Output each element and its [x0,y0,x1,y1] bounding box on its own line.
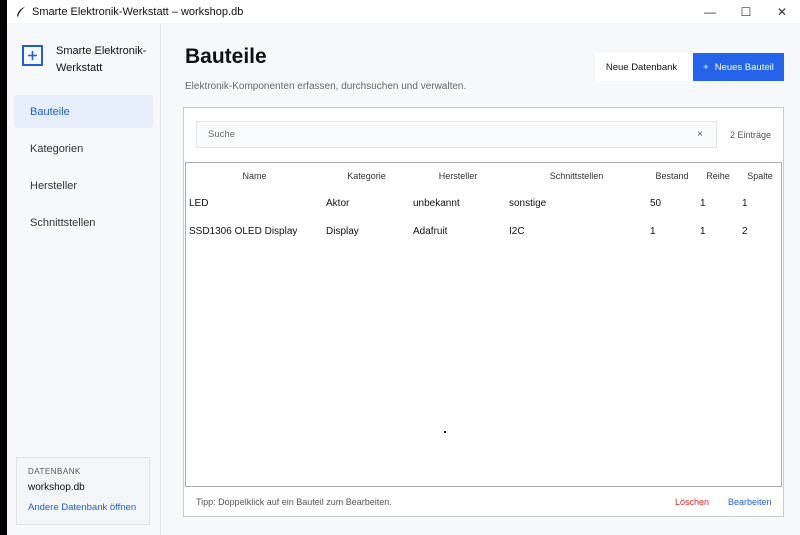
cell-name: SSD1306 OLED Display [189,225,298,237]
column-header-hersteller[interactable]: Hersteller [410,163,506,189]
sidebar: Smarte Elektronik-Werkstatt Bauteile Kat… [7,23,161,535]
cell-spalte: 2 [742,225,748,237]
maximize-button[interactable]: ☐ [728,0,764,23]
minimize-button[interactable]: — [692,0,728,23]
plus-icon: + [703,61,709,73]
entry-count: 2 Einträge [730,130,772,140]
plus-square-icon [22,45,43,66]
page-title: Bauteile [185,45,267,68]
window-left-edge [0,0,7,535]
database-name: workshop.db [28,482,85,493]
edit-button[interactable]: Bearbeiten [728,497,772,507]
table-row[interactable]: LED Aktor unbekannt sonstige 50 1 1 [186,189,781,217]
cell-kategorie: Display [326,225,359,237]
column-header-name[interactable]: Name [186,163,323,189]
column-header-kategorie[interactable]: Kategorie [323,163,410,189]
cell-hersteller: unbekannt [413,197,460,209]
cell-reihe: 1 [700,197,706,209]
sidebar-item-bauteile[interactable]: Bauteile [14,95,153,128]
brand-name: Smarte Elektronik-Werkstatt [56,45,147,74]
search-box: × [196,121,717,148]
cell-spalte: 1 [742,197,748,209]
cell-reihe: 1 [700,225,706,237]
column-header-bestand[interactable]: Bestand [647,163,697,189]
brand: Smarte Elektronik-Werkstatt [22,43,156,77]
cell-bestand: 1 [650,225,656,237]
sidebar-nav: Bauteile Kategorien Hersteller Schnittst… [14,95,153,243]
search-input[interactable] [197,122,690,147]
clear-icon[interactable]: × [690,129,710,140]
sidebar-item-kategorien[interactable]: Kategorien [14,132,153,165]
parts-table-container: Name Kategorie Hersteller Schnittstellen… [185,162,782,487]
cell-kategorie: Aktor [326,197,350,209]
title-bar: Smarte Elektronik-Werkstatt – workshop.d… [7,0,800,23]
open-database-link[interactable]: Andere Datenbank öffnen [28,502,138,513]
database-label: DATENBANK [28,467,81,476]
column-header-schnittstellen[interactable]: Schnittstellen [506,163,647,189]
window-title: Smarte Elektronik-Werkstatt – workshop.d… [32,5,244,18]
parts-panel: × 2 Einträge Name Kategorie Hersteller S… [183,107,784,517]
feather-icon [14,5,28,19]
sidebar-item-schnittstellen[interactable]: Schnittstellen [14,206,153,239]
new-part-label: Neues Bauteil [714,61,774,73]
new-part-button[interactable]: + Neues Bauteil [693,53,784,81]
database-info: DATENBANK workshop.db Andere Datenbank ö… [16,457,150,525]
table-row[interactable]: SSD1306 OLED Display Display Adafruit I2… [186,217,781,245]
table-header: Name Kategorie Hersteller Schnittstellen… [186,163,781,189]
new-database-button[interactable]: Neue Datenbank [595,53,688,81]
main-content: Bauteile Elektronik-Komponenten erfassen… [162,23,800,535]
window-controls: — ☐ ✕ [692,0,800,23]
column-header-reihe[interactable]: Reihe [697,163,739,189]
delete-button[interactable]: Löschen [675,497,709,507]
tip-text: Tipp: Doppelklick auf ein Bauteil zum Be… [196,497,392,507]
parts-table: Name Kategorie Hersteller Schnittstellen… [186,163,781,245]
cell-bestand: 50 [650,197,662,209]
close-button[interactable]: ✕ [764,0,800,23]
sidebar-item-hersteller[interactable]: Hersteller [14,169,153,202]
column-header-spalte[interactable]: Spalte [739,163,781,189]
page-subtitle: Elektronik-Komponenten erfassen, durchsu… [185,81,467,92]
cell-name: LED [189,197,209,209]
cell-schnittstellen: I2C [509,225,525,237]
cell-schnittstellen: sonstige [509,197,547,209]
cursor-dot [444,431,446,433]
cell-hersteller: Adafruit [413,225,448,237]
